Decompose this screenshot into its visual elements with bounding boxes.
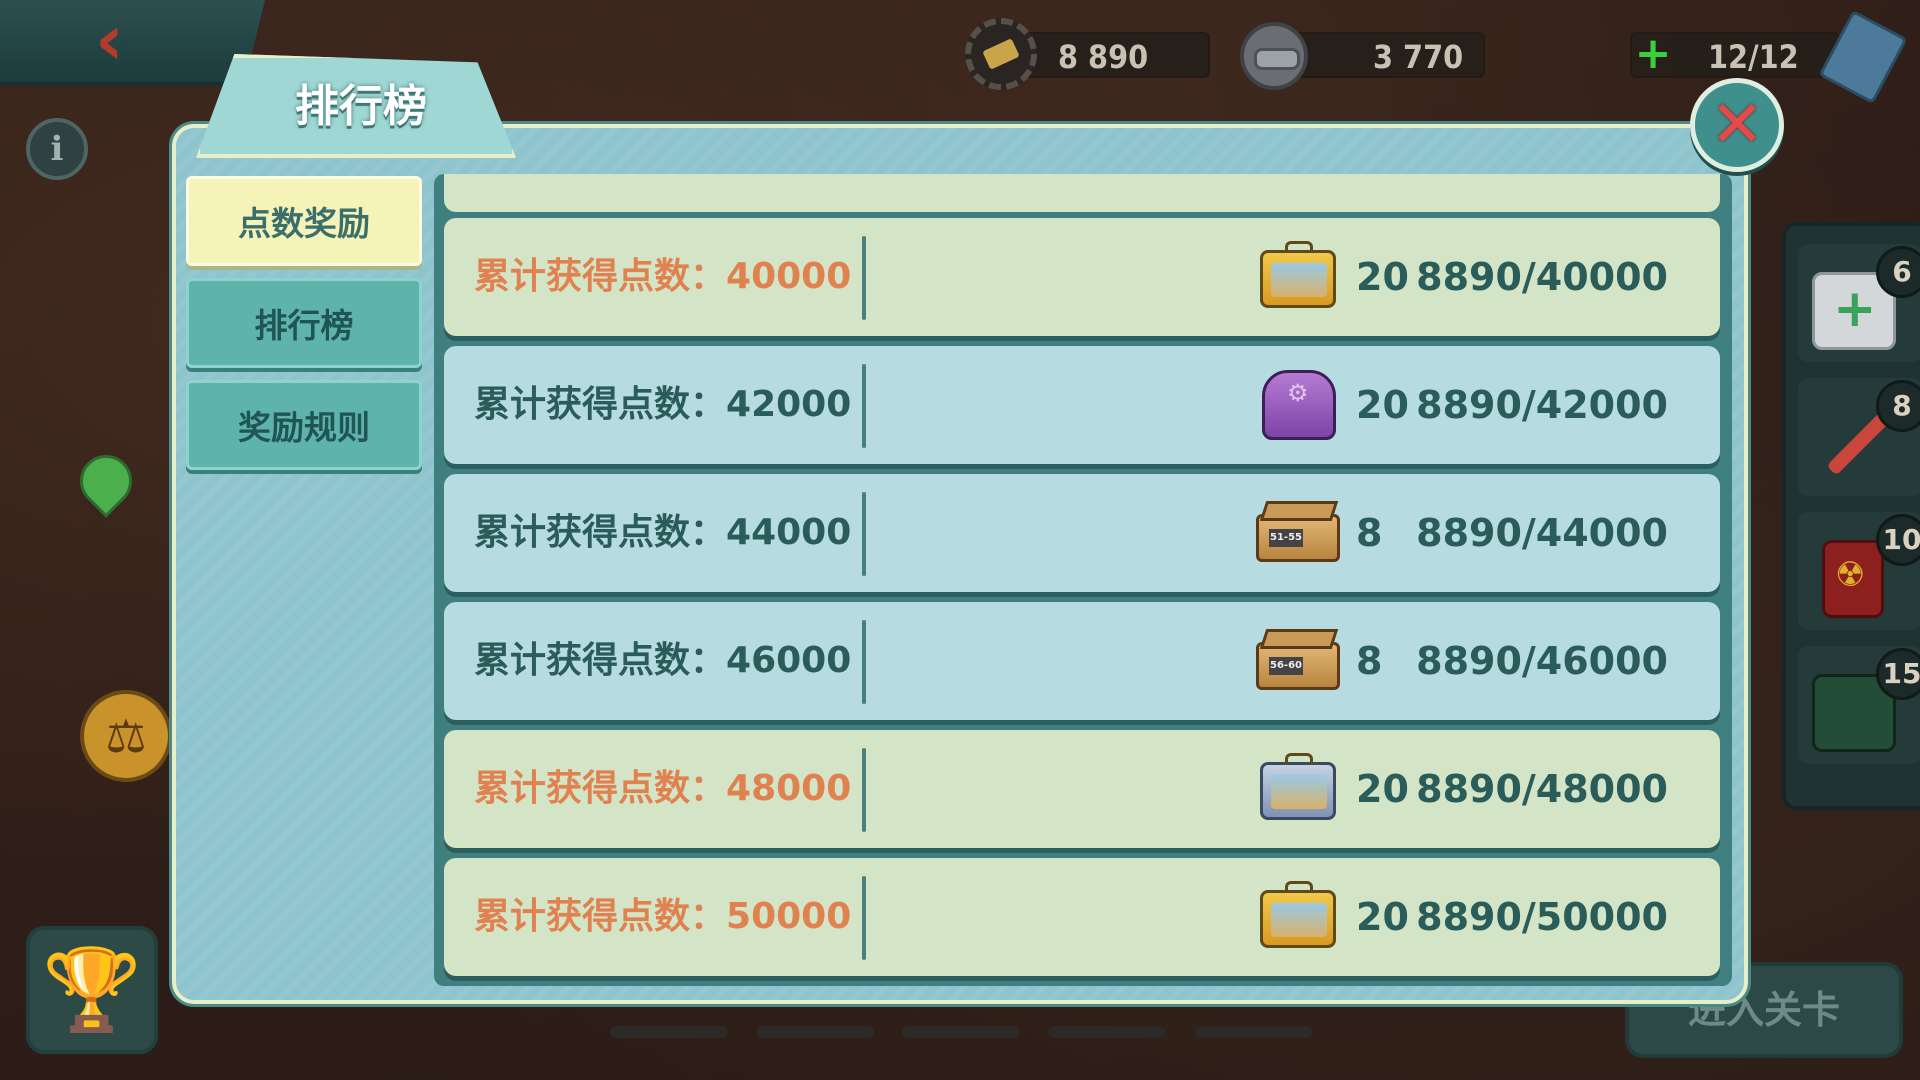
pet-carrier-icon: [1254, 368, 1340, 442]
reward-row: 累计获得点数：44000 51-55 8 8890/44000: [444, 474, 1720, 592]
inventory-slot-radaway[interactable]: 10: [1798, 512, 1920, 630]
vault-tec-lunchbox-icon: [1254, 240, 1340, 314]
row-label: 累计获得点数：40000: [474, 256, 852, 297]
vault-tec-lunchbox-icon: [1254, 880, 1340, 954]
row-quantity: 20: [1356, 767, 1409, 811]
trophy-icon[interactable]: 🏆: [26, 926, 158, 1054]
gear-count: 8 890: [1058, 38, 1149, 76]
row-quantity: 8: [1356, 639, 1383, 683]
row-label: 累计获得点数：42000: [474, 384, 852, 425]
row-quantity: 20: [1356, 383, 1409, 427]
radaway-count: 10: [1876, 514, 1920, 566]
radar-count: 15: [1876, 648, 1920, 700]
caps-count: 3 770: [1373, 38, 1464, 76]
inventory-slot-stimpak[interactable]: 8: [1798, 378, 1920, 496]
row-points: 48000: [726, 768, 852, 809]
row-quantity: 20: [1356, 895, 1409, 939]
inventory-side-panel: 6 8 10 15: [1782, 222, 1920, 810]
row-divider: [862, 620, 866, 704]
list-item-partial: [444, 174, 1720, 212]
row-label: 累计获得点数：50000: [474, 896, 852, 937]
health-bar: [902, 1026, 1020, 1038]
row-progress: 8890/42000: [1416, 383, 1668, 427]
row-points: 46000: [726, 640, 852, 681]
row-progress: 8890/50000: [1416, 895, 1668, 939]
gear-icon: [965, 18, 1037, 90]
modal-title: 排行榜: [295, 81, 427, 132]
health-bar: [610, 1026, 728, 1038]
radaway-icon: [1822, 540, 1884, 618]
reward-row: 累计获得点数：50000 20 8890/50000: [444, 858, 1720, 976]
vault-tec-lunchbox-icon: [1254, 752, 1340, 826]
info-icon[interactable]: i: [26, 118, 88, 180]
squad-health-bars: [610, 1000, 1312, 1060]
add-energy-icon[interactable]: +: [1632, 32, 1674, 76]
health-bar: [1048, 1026, 1166, 1038]
back-arrow-icon[interactable]: ‹: [95, 5, 155, 75]
crate-icon: 56-60: [1254, 624, 1340, 698]
row-progress: 8890/40000: [1416, 255, 1668, 299]
close-button[interactable]: ✕: [1690, 78, 1784, 172]
reward-list[interactable]: 累计获得点数：40000 20 8890/40000 累计获得点数：42000 …: [434, 174, 1732, 986]
reward-row: 累计获得点数：46000 56-60 8 8890/46000: [444, 602, 1720, 720]
row-divider: [862, 236, 866, 320]
energy-count: 12/12: [1708, 38, 1799, 76]
row-progress: 8890/48000: [1416, 767, 1668, 811]
row-divider: [862, 364, 866, 448]
gear-counter: 8 890: [1010, 32, 1210, 78]
reward-row: 累计获得点数：42000 20 8890/42000: [444, 346, 1720, 464]
row-quantity: 20: [1356, 255, 1409, 299]
reward-row: 累计获得点数：48000 20 8890/48000: [444, 730, 1720, 848]
tab-points-reward[interactable]: 点数奖励: [186, 176, 422, 266]
tab-leaderboard[interactable]: 排行榜: [186, 278, 422, 368]
row-quantity: 8: [1356, 511, 1383, 555]
health-bar: [1194, 1026, 1312, 1038]
row-label: 累计获得点数：48000: [474, 768, 852, 809]
bottle-cap-icon: [1240, 22, 1308, 90]
caps-counter: 3 770: [1285, 32, 1485, 78]
scales-location-icon[interactable]: ⚖: [80, 690, 172, 782]
row-progress: 8890/44000: [1416, 511, 1668, 555]
tab-reward-rules[interactable]: 奖励规则: [186, 380, 422, 470]
row-points: 42000: [726, 384, 852, 425]
health-bar: [756, 1026, 874, 1038]
crate-icon: 51-55: [1254, 496, 1340, 570]
row-divider: [862, 876, 866, 960]
stimpak-count: 8: [1876, 380, 1920, 432]
inventory-slot-medkit[interactable]: 6: [1798, 244, 1920, 362]
inventory-slot-radar[interactable]: 15: [1798, 646, 1920, 764]
reward-row: 累计获得点数：40000 20 8890/40000: [444, 218, 1720, 336]
close-icon: ✕: [1710, 88, 1764, 162]
row-points: 50000: [726, 896, 852, 937]
row-divider: [862, 492, 866, 576]
row-label: 累计获得点数：46000: [474, 640, 852, 681]
row-points: 44000: [726, 512, 852, 553]
row-progress: 8890/46000: [1416, 639, 1668, 683]
row-points: 40000: [726, 256, 852, 297]
row-label: 累计获得点数：44000: [474, 512, 852, 553]
row-divider: [862, 748, 866, 832]
medkit-count: 6: [1876, 246, 1920, 298]
